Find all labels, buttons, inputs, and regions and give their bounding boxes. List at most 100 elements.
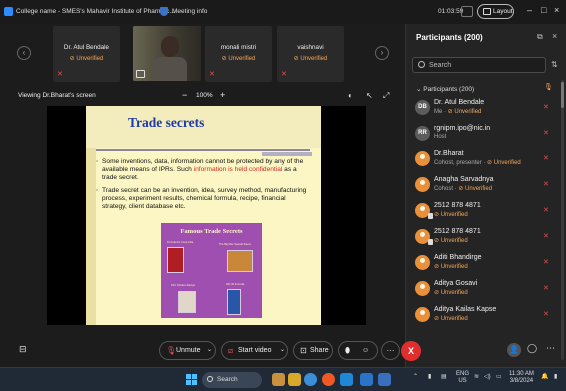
participant-name: Aditya Kailas Kapse — [434, 306, 497, 313]
start-video-button[interactable]: ⧄ Start video ⌄ — [221, 341, 288, 360]
tray-security-icon[interactable]: ▤ — [441, 373, 447, 380]
fullscreen-icon[interactable]: ⤢ — [383, 91, 389, 101]
tile-status: ⊘ Unverified — [293, 56, 328, 62]
avatar — [415, 281, 430, 296]
notification-icon[interactable]: 🔔 — [541, 373, 548, 380]
tray-app-icon[interactable]: ▮ — [428, 373, 431, 380]
muted-mic-icon[interactable]: ✕ — [543, 206, 549, 214]
panel-scrollbar[interactable] — [561, 80, 564, 360]
participants-panel: Participants (200) ⧉ × Search ⇅ ⌄ Partic… — [405, 24, 566, 367]
webex-taskbar-icon[interactable] — [378, 373, 391, 386]
annotate-icon[interactable]: ◐ — [348, 91, 353, 100]
panel-scroll-thumb[interactable] — [561, 82, 564, 108]
muted-mic-icon[interactable]: ✕ — [543, 129, 549, 137]
big-mac-picture — [227, 250, 253, 272]
windows-taskbar: Search ⌃ ▮ ▤ ENG US ≋ ◁) ▭ 11:30 AM 3/8/20… — [0, 367, 566, 391]
participant-search-input[interactable]: Search — [412, 57, 546, 73]
participant-name: Anagha Sarvadnya — [434, 176, 494, 183]
muted-mic-icon[interactable]: ✕ — [543, 310, 549, 318]
participants-section-toggle[interactable]: ⌄ Participants (200) — [416, 85, 474, 93]
windows-start-icon[interactable] — [186, 374, 198, 386]
participant-video-tile[interactable] — [133, 26, 201, 81]
person-head — [161, 36, 179, 57]
battery-icon[interactable]: ▭ — [496, 373, 502, 380]
unmute-button[interactable]: 🎙 Unmute ⌄ — [159, 341, 216, 360]
participant-role: ⊘ Unverified — [434, 212, 468, 218]
widgets-icon[interactable] — [272, 373, 285, 386]
tile-name: monali mistri — [220, 44, 257, 51]
firefox-icon[interactable] — [322, 373, 335, 386]
bullet-dot: ▫ — [96, 187, 99, 194]
file-explorer-icon[interactable] — [288, 373, 301, 386]
close-panel-icon[interactable]: × — [552, 31, 557, 41]
leave-meeting-button[interactable]: X — [401, 341, 421, 361]
video-off-icon: ⧄ — [228, 346, 234, 355]
store-icon[interactable] — [360, 373, 373, 386]
muted-mic-icon[interactable]: ✕ — [543, 284, 549, 292]
wifi-icon[interactable]: ≋ — [474, 373, 479, 380]
muted-mic-icon[interactable]: ✕ — [543, 232, 549, 240]
tray-chevron-icon[interactable]: ⌃ — [413, 373, 418, 380]
search-icon — [207, 376, 213, 382]
strip-prev-icon[interactable]: ‹ — [17, 46, 31, 60]
mute-all-icon[interactable]: 🎙 — [544, 83, 553, 91]
slide-divider — [96, 149, 310, 151]
chat-icon[interactable]: ◯ — [527, 343, 537, 354]
image-caption: Formula for Coca-Cola — [167, 241, 194, 244]
muted-mic-icon[interactable]: ✕ — [543, 258, 549, 266]
record-icon: ⬮ — [345, 346, 351, 355]
muted-mic-icon[interactable]: ✕ — [543, 180, 549, 188]
popout-icon[interactable]: ⧉ — [537, 32, 543, 42]
chrome-icon[interactable] — [304, 373, 317, 386]
more-options-button[interactable]: ··· — [381, 341, 400, 360]
share-button[interactable]: ⊡ Share — [293, 341, 333, 360]
muted-mic-icon[interactable]: ✕ — [543, 154, 549, 162]
layout-button[interactable]: Layout — [477, 4, 514, 19]
participant-tile[interactable]: vaishnavi ⊘ Unverified ✕ — [277, 26, 344, 82]
tile-name: vaishnavi — [297, 44, 324, 51]
meeting-info-link[interactable]: Meeting info — [172, 8, 207, 15]
chevron-down-icon[interactable]: ⌄ — [280, 342, 285, 359]
slide-bullet-1: ▫ Some inventions, data, information can… — [96, 158, 304, 182]
participant-row[interactable]: Dr.Bharat Cohost, presenter · ⊘ Unverifi… — [406, 149, 558, 169]
avatar — [415, 255, 430, 270]
strip-next-icon[interactable]: › — [375, 46, 389, 60]
participant-row[interactable]: Anagha Sarvadnya Cohost · ⊘ Unverified ✕ — [406, 175, 558, 195]
taskbar-search-input[interactable]: Search — [202, 372, 262, 388]
participant-tile[interactable]: monali mistri ⊘ Unverified ✕ — [205, 26, 272, 82]
pointer-icon[interactable]: ↖ — [366, 91, 373, 100]
zoom-out-icon[interactable]: − — [182, 90, 187, 100]
participant-row[interactable]: 2512 878 4871 ⊘ Unverified ✕ — [406, 227, 558, 247]
image-title: Famous Trade Secrets — [180, 228, 243, 235]
zoom-in-icon[interactable]: + — [220, 90, 225, 100]
reactions-button[interactable]: ⬮ ☺ — [338, 341, 378, 360]
participant-tile[interactable]: Dr. Atul Bendale ⊘ Unverified ✕ — [53, 26, 120, 82]
maximize-icon[interactable]: □ — [541, 5, 546, 15]
share-icon: ⊡ — [300, 346, 307, 355]
participant-row[interactable]: Aditi Bhandirge ⊘ Unverified ✕ — [406, 253, 558, 273]
close-window-icon[interactable]: × — [554, 5, 559, 15]
language-indicator[interactable]: ENG US — [456, 371, 469, 385]
muted-mic-icon: ✕ — [281, 71, 287, 78]
participant-row[interactable]: 2512 878 4871 ⊘ Unverified ✕ — [406, 201, 558, 221]
volume-icon[interactable]: ◁) — [484, 373, 491, 380]
participant-role: ⊘ Unverified — [434, 264, 468, 270]
shield-icon[interactable] — [160, 7, 168, 16]
zoom-level: 100% — [196, 92, 213, 99]
participant-row[interactable]: RR rgnipm.ipo@nic.in Host ✕ — [406, 124, 558, 144]
captions-icon[interactable]: ⊟ — [19, 344, 27, 355]
participant-row[interactable]: DB Dr. Atul Bendale Me · ⊘ Unverified ✕ — [406, 98, 558, 118]
muted-mic-icon[interactable]: ✕ — [543, 103, 549, 111]
participants-panel-icon[interactable]: 👤 — [507, 343, 521, 357]
muted-mic-icon: ✕ — [57, 71, 63, 78]
chevron-down-icon[interactable]: ⌄ — [207, 342, 212, 359]
edge-icon[interactable] — [340, 373, 353, 386]
participant-name: Dr. Atul Bendale — [434, 99, 485, 106]
sort-icon[interactable]: ⇅ — [551, 60, 558, 69]
more-panels-icon[interactable]: ⋯ — [546, 343, 555, 354]
participant-row[interactable]: Aditya Gosavi ⊘ Unverified ✕ — [406, 279, 558, 299]
participant-row[interactable]: Aditya Kailas Kapse ⊘ Unverified ✕ — [406, 305, 558, 325]
clock[interactable]: 11:30 AM 3/8/2024 — [509, 371, 534, 385]
recording-icon[interactable] — [461, 6, 473, 17]
minimize-icon[interactable]: – — [527, 5, 532, 15]
